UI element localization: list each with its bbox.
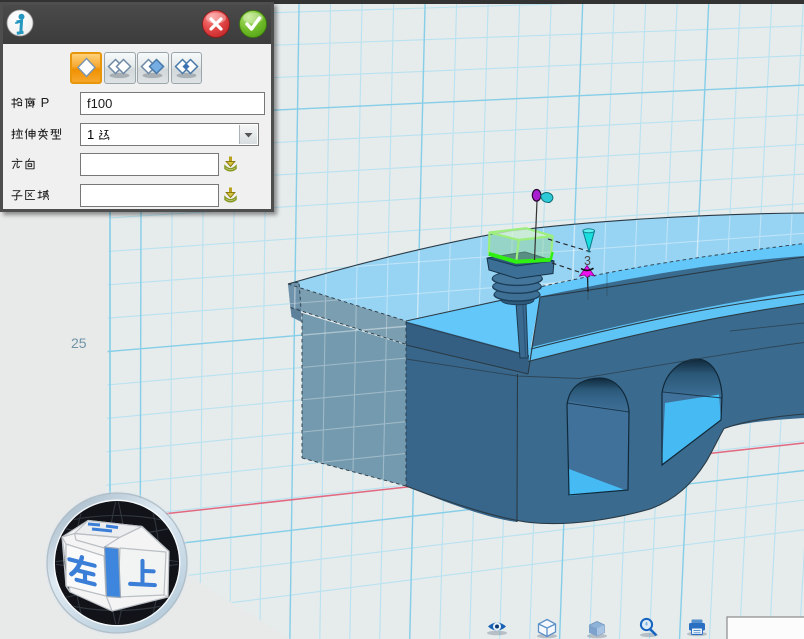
svg-text:25: 25 xyxy=(71,335,87,351)
